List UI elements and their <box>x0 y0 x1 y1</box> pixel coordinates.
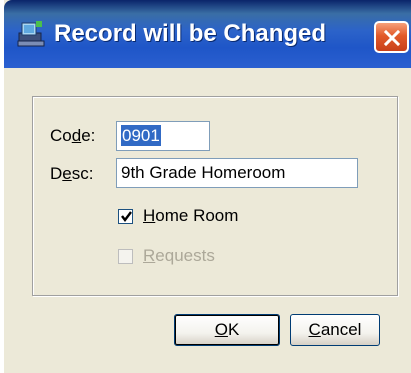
requests-label: Requests <box>143 246 215 265</box>
close-icon <box>383 29 401 47</box>
checkmark-icon <box>121 210 132 222</box>
requests-checkbox[interactable] <box>118 248 133 264</box>
homeroom-checkbox-row[interactable]: Home Room <box>118 206 238 226</box>
homeroom-checkbox[interactable] <box>118 208 133 224</box>
window-title: Record will be Changed <box>54 20 327 47</box>
close-button[interactable] <box>374 21 409 53</box>
code-input-value: 0901 <box>121 125 161 146</box>
code-input[interactable]: 0901 <box>116 121 210 151</box>
title-bar[interactable]: Record will be Changed <box>4 0 411 68</box>
desc-label: Desc: <box>50 164 94 183</box>
homeroom-label: Home Room <box>143 206 239 225</box>
desc-input[interactable]: 9th Grade Homeroom <box>116 158 358 188</box>
code-label: Code: <box>50 126 96 145</box>
dialog-window: Record will be Changed Code: 0901 Desc: … <box>4 0 411 373</box>
requests-checkbox-row[interactable]: Requests <box>118 246 215 266</box>
desc-input-value: 9th Grade Homeroom <box>121 163 286 182</box>
cancel-button[interactable]: Cancel <box>290 314 380 346</box>
ok-button[interactable]: OK <box>174 314 280 346</box>
computer-icon <box>17 21 45 47</box>
